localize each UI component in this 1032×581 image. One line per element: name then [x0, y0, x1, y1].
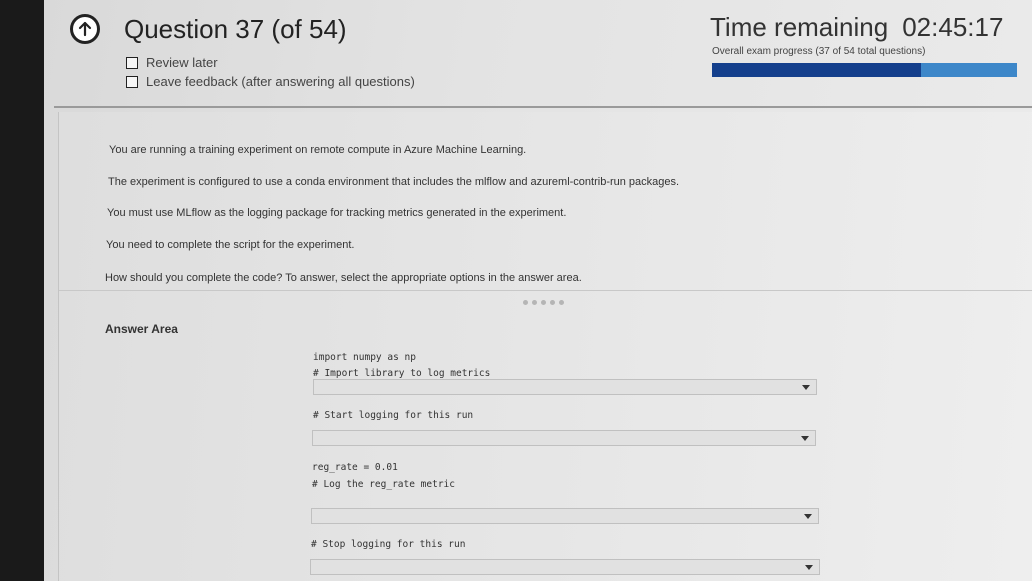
- start-logging-dropdown[interactable]: [312, 430, 816, 446]
- chevron-down-icon[interactable]: [805, 565, 813, 570]
- code-line: import numpy as np: [313, 352, 416, 363]
- code-line: # Start logging for this run: [313, 410, 474, 421]
- code-line: # Import library to log metrics: [313, 368, 491, 379]
- question-line: The experiment is configured to use a co…: [108, 176, 680, 188]
- question-title: Question 37 (of 54): [124, 14, 347, 44]
- checkbox-icon[interactable]: [126, 56, 138, 69]
- question-panel: You are running a training experiment on…: [58, 112, 1032, 581]
- checkbox-icon[interactable]: [126, 75, 138, 88]
- review-later-label: Review later: [146, 55, 218, 70]
- section-divider: [59, 290, 1032, 291]
- progress-bar: [712, 63, 1017, 77]
- leave-feedback-checkbox[interactable]: Leave feedback (after answering all ques…: [126, 74, 415, 89]
- leave-feedback-label: Leave feedback (after answering all ques…: [146, 74, 415, 89]
- chevron-down-icon[interactable]: [804, 514, 812, 519]
- code-line: # Stop logging for this run: [311, 539, 466, 550]
- back-arrow-circle-icon[interactable]: [70, 14, 100, 44]
- progress-fill: [712, 63, 921, 77]
- log-metric-dropdown[interactable]: [311, 508, 819, 524]
- progress-label: Overall exam progress (37 of 54 total qu…: [712, 46, 926, 57]
- answer-area-title: Answer Area: [105, 322, 178, 336]
- stop-logging-dropdown[interactable]: [310, 559, 820, 575]
- question-line: You must use MLflow as the logging packa…: [107, 207, 567, 219]
- exam-screen: Question 37 (of 54) Review later Leave f…: [44, 0, 1032, 581]
- question-line: How should you complete the code? To ans…: [105, 272, 582, 284]
- review-later-checkbox[interactable]: Review later: [126, 55, 218, 70]
- import-library-dropdown[interactable]: [313, 379, 817, 395]
- loading-dots: [523, 300, 564, 305]
- chevron-down-icon[interactable]: [802, 385, 810, 390]
- time-label: Time remaining: [710, 12, 889, 42]
- code-line: # Log the reg_rate metric: [312, 479, 455, 490]
- code-line: reg_rate = 0.01: [312, 462, 398, 473]
- question-line: You are running a training experiment on…: [109, 144, 527, 156]
- header-divider: [54, 106, 1032, 108]
- chevron-down-icon[interactable]: [801, 436, 809, 441]
- question-line: You need to complete the script for the …: [106, 239, 355, 251]
- time-value: 02:45:17: [902, 12, 1004, 42]
- time-remaining: Time remaining 02:45:17: [710, 12, 1003, 43]
